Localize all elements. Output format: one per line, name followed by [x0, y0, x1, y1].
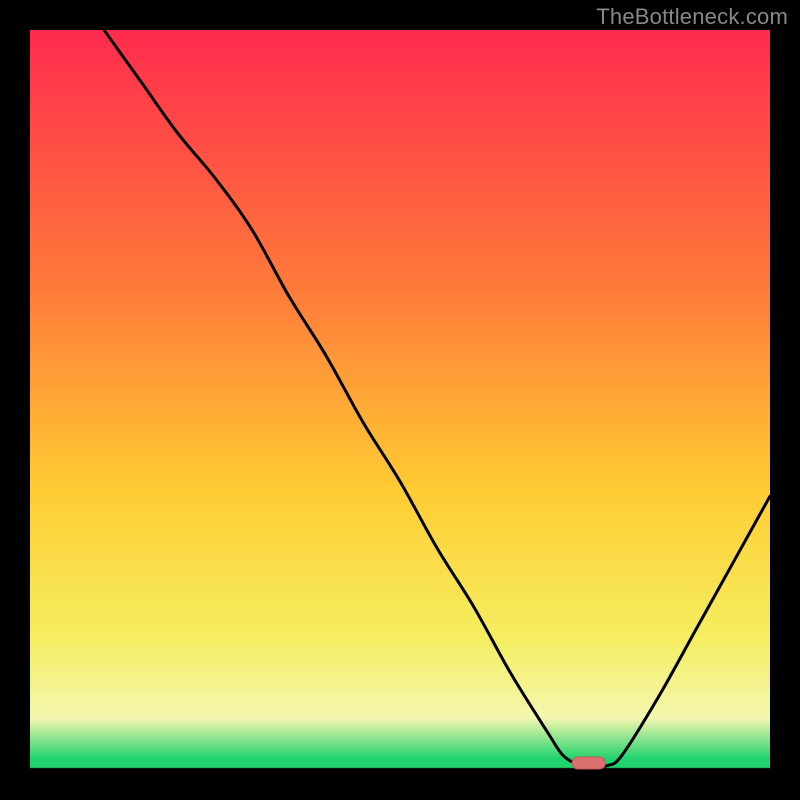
watermark-text: TheBottleneck.com	[596, 4, 788, 30]
gradient-background	[30, 30, 770, 770]
chart-container: TheBottleneck.com	[0, 0, 800, 800]
plot-area	[30, 30, 770, 770]
